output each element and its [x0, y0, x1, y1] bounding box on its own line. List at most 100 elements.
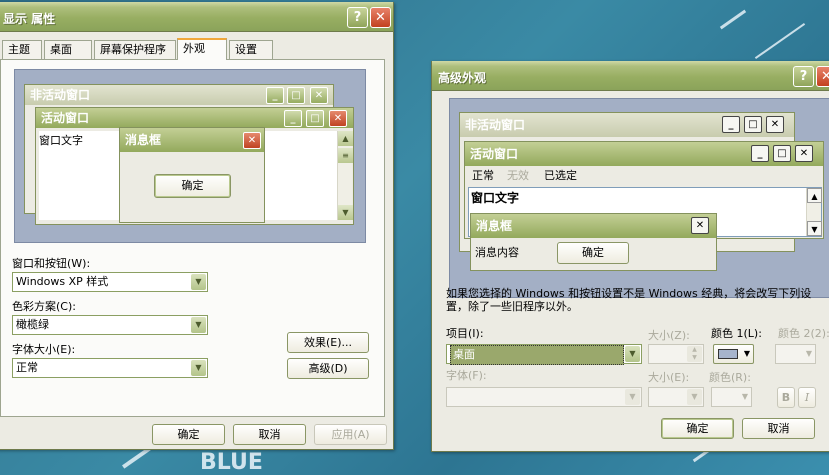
windows-buttons-label: 窗口和按钮(W): [12, 257, 91, 270]
item-select[interactable]: 桌面 ▼ [446, 344, 642, 365]
preview-ok-button: 确定 [154, 174, 231, 198]
preview-active-title: 活动窗口 [465, 142, 823, 166]
item-value: 桌面 [450, 345, 624, 365]
title-bar[interactable]: 显示 属性 ? ✕ [0, 2, 393, 32]
chevron-down-icon[interactable]: ▼ [191, 360, 206, 376]
advanced-appearance-window: 高级外观 ? ✕ 非活动窗口 _ □ ✕ 活动窗口 _ □ ✕ 正常 无效 已选… [431, 61, 829, 452]
close-button[interactable]: ✕ [370, 7, 391, 28]
font-label: 字体(F): [446, 369, 487, 382]
preview-message-box: 消息框 ✕ 消息内容 确定 [470, 213, 717, 271]
windows-buttons-select[interactable]: Windows XP 样式 ▼ [12, 272, 208, 292]
color-scheme-label: 色彩方案(C): [12, 300, 76, 313]
preview-menu-bar: 正常 无效 已选定 [465, 166, 823, 185]
menu-normal: 正常 [472, 169, 494, 182]
close-icon: ✕ [243, 132, 261, 149]
scroll-thumb: ≡ [338, 148, 353, 163]
ok-button[interactable]: 确定 [661, 418, 734, 439]
appearance-preview: 非活动窗口 _ □ ✕ 活动窗口 _ □ ✕ 窗口文字 ▲ ≡ ▼ 消息框 ✕ … [14, 69, 366, 243]
scroll-up-icon: ▲ [338, 131, 353, 146]
color1-swatch [718, 349, 738, 359]
maximize-icon: □ [744, 116, 762, 133]
close-icon: ✕ [310, 87, 328, 104]
color1-picker[interactable]: ▼ [713, 344, 754, 364]
italic-button[interactable]: I [798, 387, 816, 408]
chevron-down-icon[interactable]: ▼ [191, 274, 206, 290]
desktop-streak [754, 22, 806, 60]
window-title: 显示 属性 [3, 12, 56, 26]
bold-button[interactable]: B [777, 387, 795, 408]
windows-buttons-value: Windows XP 样式 [16, 275, 109, 288]
preview-msgbox-title: 消息框 [471, 214, 716, 238]
chevron-down-icon: ▼ [805, 349, 812, 358]
window-title: 高级外观 [438, 71, 487, 85]
chevron-down-icon[interactable]: ▼ [687, 389, 702, 405]
font-select[interactable]: ▼ [446, 387, 642, 407]
color2-picker[interactable]: ▼ [775, 344, 816, 364]
close-icon: ✕ [691, 217, 709, 234]
close-icon: ✕ [795, 145, 813, 162]
chevron-down-icon[interactable]: ▼ [191, 317, 206, 333]
font-size-label: 大小(E): [648, 371, 690, 384]
font-size-value: 正常 [16, 361, 38, 374]
font-color-picker[interactable]: ▼ [711, 387, 752, 407]
close-icon: ✕ [766, 116, 784, 133]
minimize-icon: _ [751, 145, 769, 162]
font-size-select[interactable]: ▼ [648, 387, 704, 407]
cancel-button[interactable]: 取消 [742, 418, 815, 439]
scroll-down-icon: ▼ [338, 205, 353, 220]
spinner-icon[interactable]: ▲ ▼ [687, 346, 702, 362]
title-bar[interactable]: 高级外观 ? ✕ [432, 61, 829, 91]
preview-message-box: 消息框 ✕ 确定 [119, 127, 265, 223]
size-label: 大小(Z): [648, 329, 690, 342]
color-scheme-value: 橄榄绿 [16, 318, 49, 331]
scroll-down-icon: ▼ [807, 221, 822, 236]
cancel-button[interactable]: 取消 [233, 424, 306, 445]
preview-msg-content: 消息内容 [475, 246, 519, 259]
minimize-icon: _ [284, 110, 302, 127]
scroll-up-icon: ▲ [807, 188, 822, 203]
menu-disabled: 无效 [507, 169, 529, 182]
close-button[interactable]: ✕ [816, 66, 829, 87]
preview-scrollbar: ▲ ▼ [806, 188, 822, 236]
close-icon: ✕ [329, 110, 347, 127]
display-properties-window: 显示 属性 ? ✕ 主题 桌面 屏幕保护程序 外观 设置 非活动窗口 _ □ ✕… [0, 2, 394, 450]
advanced-button[interactable]: 高级(D) [287, 358, 369, 379]
maximize-icon: □ [306, 110, 324, 127]
color-scheme-select[interactable]: 橄榄绿 ▼ [12, 315, 208, 335]
minimize-icon: _ [722, 116, 740, 133]
appearance-panel: 非活动窗口 _ □ ✕ 活动窗口 _ □ ✕ 窗口文字 ▲ ≡ ▼ 消息框 ✕ … [0, 59, 385, 417]
tab-screensaver[interactable]: 屏幕保护程序 [94, 40, 176, 59]
chevron-down-icon: ▼ [741, 392, 748, 401]
tab-desktop[interactable]: 桌面 [44, 40, 92, 59]
font-color-label: 颜色(R): [709, 371, 751, 384]
menu-selected: 已选定 [544, 169, 577, 182]
chevron-down-icon: ▼ [743, 349, 750, 358]
maximize-icon: □ [287, 87, 305, 104]
preview-scrollbar: ▲ ≡ ▼ [337, 131, 353, 220]
preview-window-text: 窗口文字 [39, 134, 83, 147]
help-button[interactable]: ? [347, 7, 368, 28]
tab-themes[interactable]: 主题 [2, 40, 42, 59]
effects-button[interactable]: 效果(E)... [287, 332, 369, 353]
chevron-down-icon[interactable]: ▼ [625, 389, 640, 405]
color1-label: 颜色 1(L): [711, 327, 762, 340]
tab-settings[interactable]: 设置 [229, 40, 273, 59]
ok-button[interactable]: 确定 [152, 424, 225, 445]
advanced-preview: 非活动窗口 _ □ ✕ 活动窗口 _ □ ✕ 正常 无效 已选定 窗口文字 ▲ … [449, 98, 829, 298]
maximize-icon: □ [773, 145, 791, 162]
help-button[interactable]: ? [793, 66, 814, 87]
item-label: 项目(I): [446, 327, 484, 340]
apply-button[interactable]: 应用(A) [314, 424, 387, 445]
font-size-select[interactable]: 正常 ▼ [12, 358, 208, 378]
color2-label: 颜色 2(2): [778, 327, 829, 340]
size-spinner[interactable]: ▲ ▼ [648, 344, 704, 364]
preview-ok-button: 确定 [557, 242, 629, 264]
desktop-streak [719, 9, 747, 30]
tab-appearance[interactable]: 外观 [177, 38, 227, 60]
preview-window-text: 窗口文字 [471, 191, 520, 205]
chevron-down-icon[interactable]: ▼ [625, 346, 640, 362]
minimize-icon: _ [266, 87, 284, 104]
notice-text: 如果您选择的 Windows 和按钮设置不是 Windows 经典，将会改写下列… [446, 287, 812, 313]
font-size-label: 字体大小(E): [12, 343, 76, 356]
desktop-wordmark: BLUE [200, 450, 263, 475]
